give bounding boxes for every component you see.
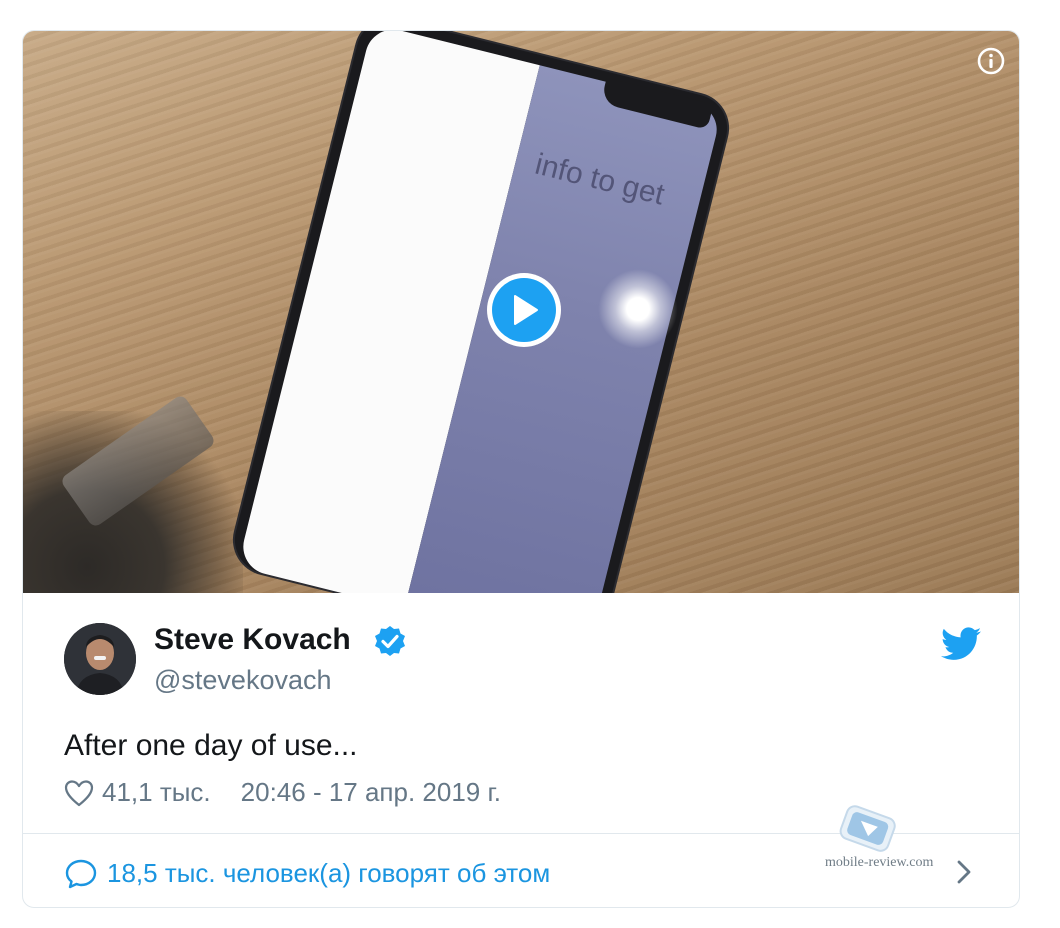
twitter-bird-icon[interactable] bbox=[941, 627, 981, 661]
tweet-meta: 41,1 тыс. 20:46 - 17 апр. 2019 г. bbox=[64, 777, 501, 808]
info-icon[interactable] bbox=[977, 47, 1005, 75]
light-glare bbox=[598, 269, 678, 349]
video-player[interactable]: info to get bbox=[23, 31, 1019, 593]
verified-badge-icon bbox=[375, 626, 405, 656]
phone-screen-text: info to get bbox=[531, 147, 668, 212]
author-handle[interactable]: @stevekovach bbox=[154, 665, 332, 696]
like-count[interactable]: 41,1 тыс. bbox=[102, 777, 211, 808]
avatar[interactable] bbox=[64, 623, 136, 695]
conversation-count[interactable]: 18,5 тыс. человек(а) говорят об этом bbox=[107, 858, 550, 889]
tweet-timestamp[interactable]: 20:46 - 17 апр. 2019 г. bbox=[241, 777, 501, 808]
chat-bubble-icon bbox=[65, 859, 97, 889]
play-icon bbox=[492, 278, 556, 342]
watermark-text: mobile-review.com bbox=[825, 855, 934, 870]
author-name[interactable]: Steve Kovach bbox=[154, 623, 351, 657]
tweet-text: After one day of use... bbox=[64, 729, 358, 762]
tweet-embed-card: info to get Steve Kovach @stevekovach Af… bbox=[22, 30, 1020, 908]
chevron-right-icon[interactable] bbox=[953, 856, 975, 888]
tweet-body: Steve Kovach @stevekovach After one day … bbox=[23, 593, 1019, 833]
play-button[interactable] bbox=[487, 273, 561, 347]
heart-icon[interactable] bbox=[64, 779, 94, 807]
